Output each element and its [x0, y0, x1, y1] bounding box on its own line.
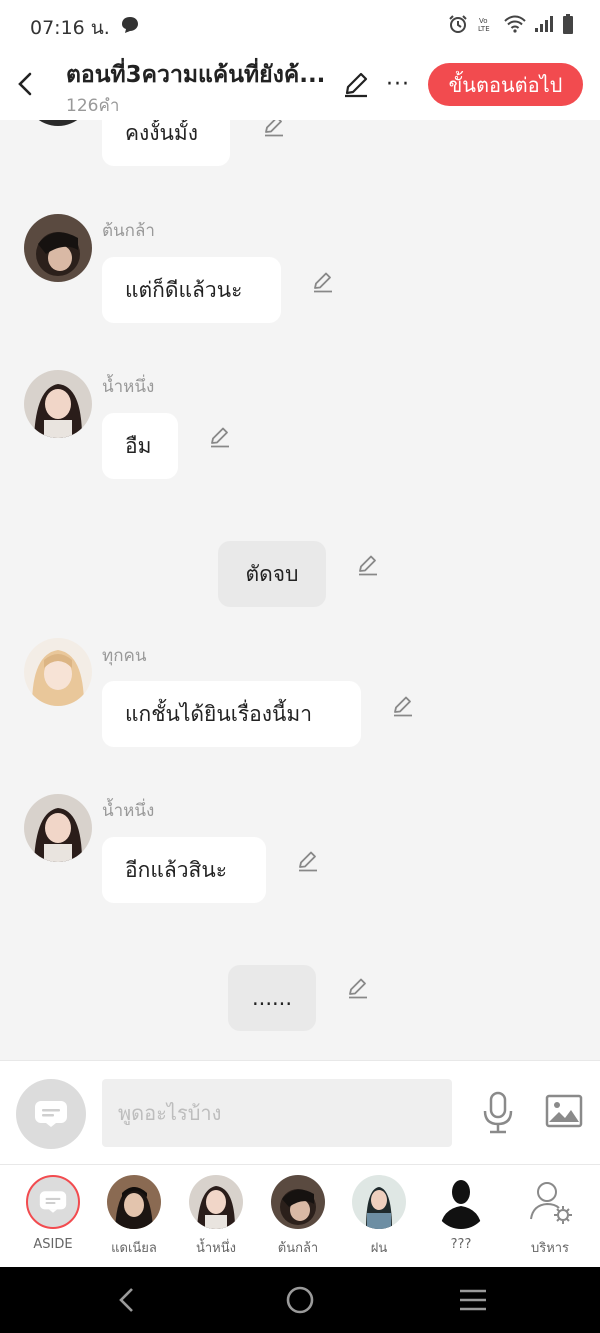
message-bubble[interactable]: อีกแล้วสินะ	[102, 837, 266, 903]
chat-bubble-icon	[121, 16, 139, 38]
character-label: บริหาร	[530, 1241, 570, 1256]
status-icons: Vo LTE	[448, 14, 574, 38]
speaker-name: ต้นกล้า	[102, 221, 155, 241]
silhouette-avatar	[434, 1175, 488, 1229]
nav-back-icon[interactable]	[114, 1285, 140, 1319]
edit-message-icon[interactable]	[296, 849, 320, 873]
character-label: ASIDE	[33, 1237, 73, 1252]
system-navigation-bar	[0, 1267, 600, 1333]
battery-icon	[562, 14, 574, 38]
avatar	[352, 1175, 406, 1229]
character-label: ต้นกล้า	[277, 1241, 319, 1256]
edit-message-icon[interactable]	[311, 270, 335, 294]
edit-message-icon[interactable]	[262, 120, 286, 138]
avatar[interactable]	[24, 794, 92, 862]
character-fon[interactable]: ฝน	[339, 1175, 419, 1258]
edit-message-icon[interactable]	[356, 553, 380, 577]
speaker-name: น้ำหนึ่ง	[102, 377, 155, 397]
message-bubble[interactable]: แกชั้นได้ยินเรื่องนี้มา	[102, 681, 361, 747]
episode-title: ตอนที่3ความแค้นที่ยังค้...	[66, 62, 326, 88]
image-icon[interactable]	[545, 1094, 583, 1132]
character-manage[interactable]: บริหาร	[510, 1175, 590, 1258]
avatar[interactable]	[24, 638, 92, 706]
character-label: แดเนียล	[111, 1241, 157, 1256]
edit-title-icon[interactable]	[342, 70, 370, 102]
message-bubble[interactable]: อืม	[102, 413, 178, 479]
avatar[interactable]	[24, 214, 92, 282]
chat-area[interactable]: คงงั้นมั้ง ต้นกล้า แต่ก็ดีแล้วนะ น้ำหนึ่…	[0, 120, 600, 1060]
speaker-name: น้ำหนึ่ง	[102, 801, 155, 821]
status-bar: 07:16 น. Vo LTE	[0, 0, 600, 50]
message-icon	[39, 1191, 67, 1213]
speaker-name: ทุกคน	[102, 646, 147, 666]
nav-menu-icon[interactable]	[458, 1285, 488, 1319]
alarm-icon	[448, 14, 468, 38]
composer-bar	[0, 1060, 600, 1165]
signal-icon	[534, 15, 554, 37]
microphone-icon[interactable]	[480, 1091, 516, 1139]
edit-message-icon[interactable]	[391, 694, 415, 718]
character-selector: ASIDE แดเนียล น้ำหนึ่ง ต้นกล้า ฝน ??? บร…	[0, 1164, 600, 1268]
character-label: ฝน	[370, 1241, 388, 1256]
character-daniel[interactable]: แดเนียล	[94, 1175, 174, 1258]
message-icon	[35, 1101, 67, 1127]
aside-toggle-button[interactable]	[16, 1079, 86, 1149]
word-count: 126คำ	[66, 96, 120, 116]
avatar	[271, 1175, 325, 1229]
aside-avatar	[26, 1175, 80, 1229]
character-unknown[interactable]: ???	[421, 1175, 501, 1252]
character-tonkla[interactable]: ต้นกล้า	[258, 1175, 338, 1258]
character-aside[interactable]: ASIDE	[13, 1175, 93, 1252]
edit-message-icon[interactable]	[346, 976, 370, 1000]
avatar[interactable]	[24, 370, 92, 438]
avatar	[189, 1175, 243, 1229]
edit-message-icon[interactable]	[208, 425, 232, 449]
character-label: น้ำหนึ่ง	[196, 1241, 236, 1256]
avatar[interactable]	[24, 120, 92, 126]
svg-text:Vo: Vo	[479, 17, 488, 25]
status-time: 07:16 น.	[30, 17, 110, 39]
message-input[interactable]	[102, 1079, 452, 1147]
svg-text:LTE: LTE	[478, 25, 490, 33]
character-namnueng[interactable]: น้ำหนึ่ง	[176, 1175, 256, 1258]
narration-bubble[interactable]: ......	[228, 965, 316, 1031]
back-arrow-icon[interactable]	[14, 70, 40, 98]
narration-bubble[interactable]: ตัดจบ	[218, 541, 326, 607]
character-label: ???	[450, 1237, 472, 1252]
chat-header: ตอนที่3ความแค้นที่ยังค้... 126คำ ··· ขั้…	[0, 50, 600, 120]
volte-icon: Vo LTE	[476, 14, 496, 38]
message-bubble[interactable]: คงงั้นมั้ง	[102, 120, 230, 166]
message-bubble[interactable]: แต่ก็ดีแล้วนะ	[102, 257, 281, 323]
avatar	[107, 1175, 161, 1229]
wifi-icon	[504, 15, 526, 37]
manage-characters-icon	[523, 1175, 577, 1229]
next-step-button[interactable]: ขั้นตอนต่อไป	[428, 63, 583, 106]
more-options-icon[interactable]: ···	[386, 72, 410, 97]
nav-home-icon[interactable]	[285, 1285, 315, 1319]
